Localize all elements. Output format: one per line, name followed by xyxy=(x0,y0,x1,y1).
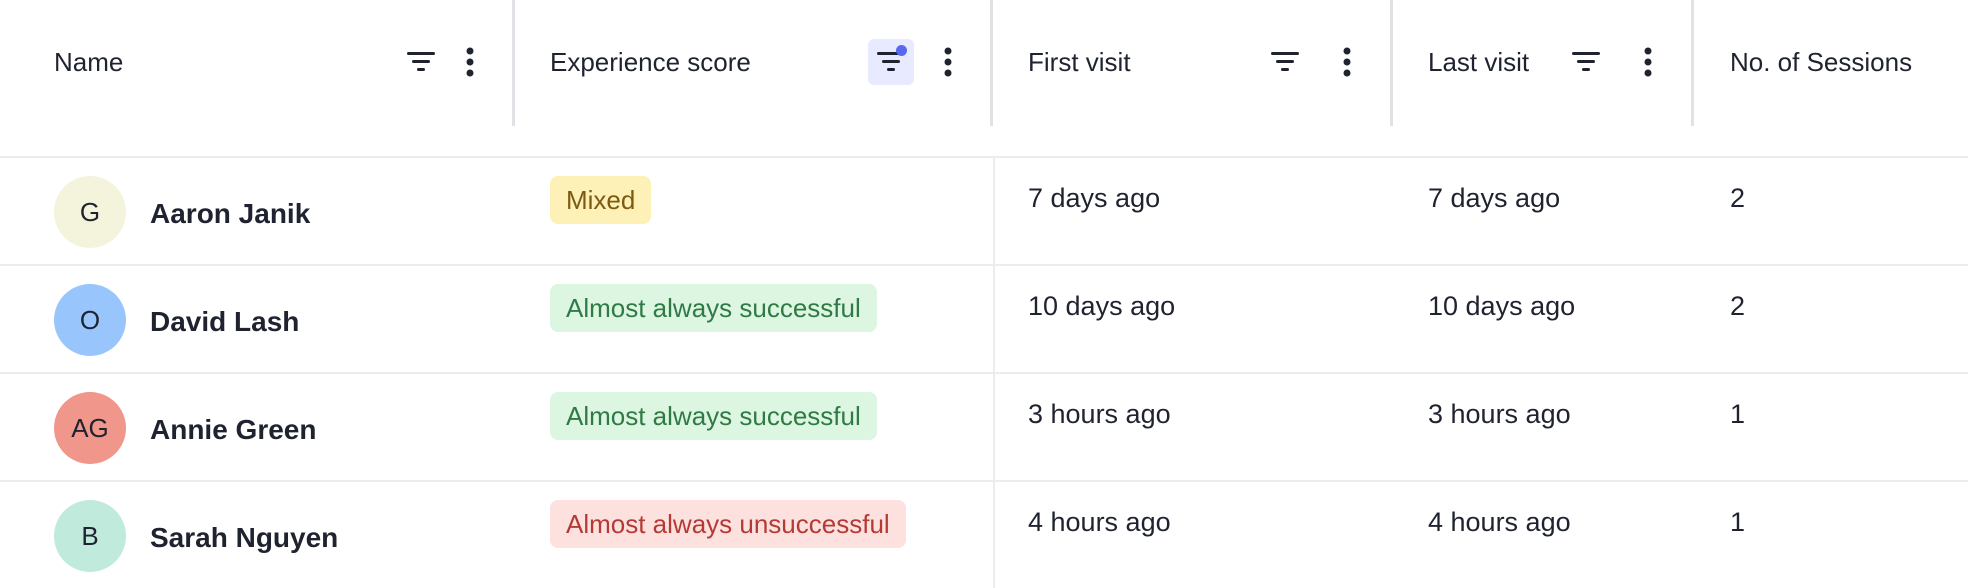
table-row[interactable]: O David Lash Almost always successful 10… xyxy=(0,266,1968,374)
sessions-value: 2 xyxy=(1730,291,1746,321)
column-header-first-visit: First visit xyxy=(993,0,1390,126)
first-visit-value: 10 days ago xyxy=(1028,291,1176,321)
table-row[interactable]: AG Annie Green Almost always successful … xyxy=(0,374,1968,482)
avatar: O xyxy=(54,284,126,356)
user-name[interactable]: Aaron Janik xyxy=(150,196,310,232)
filter-button-last-visit[interactable] xyxy=(1563,39,1609,85)
column-divider xyxy=(993,482,995,588)
column-header-name: Name xyxy=(0,0,514,126)
filter-button-first-visit[interactable] xyxy=(1262,39,1308,85)
column-header-label: Last visit xyxy=(1428,47,1530,77)
last-visit-value: 3 hours ago xyxy=(1428,399,1571,429)
last-visit-value: 7 days ago xyxy=(1428,183,1561,213)
sessions-value: 1 xyxy=(1730,507,1746,537)
sessions-value: 2 xyxy=(1730,183,1746,213)
first-visit-value: 7 days ago xyxy=(1028,183,1161,213)
avatar: G xyxy=(54,176,126,248)
column-menu-button-name[interactable] xyxy=(455,39,485,85)
filter-button-experience-score[interactable] xyxy=(868,39,914,85)
column-divider xyxy=(993,374,995,482)
user-name[interactable]: David Lash xyxy=(150,304,299,340)
last-visit-value: 10 days ago xyxy=(1428,291,1576,321)
filter-button-name[interactable] xyxy=(398,39,444,85)
filter-lines-icon xyxy=(407,52,435,71)
table-row[interactable]: G Aaron Janik Mixed 7 days ago 7 days ag… xyxy=(0,158,1968,266)
column-header-label: First visit xyxy=(1028,47,1131,77)
column-menu-button-experience-score[interactable] xyxy=(933,39,963,85)
column-header-label: Experience score xyxy=(550,47,751,77)
first-visit-value: 4 hours ago xyxy=(1028,507,1171,537)
column-menu-button-first-visit[interactable] xyxy=(1332,39,1362,85)
column-header-label: No. of Sessions xyxy=(1730,47,1913,77)
experience-badge: Almost always unsuccessful xyxy=(550,500,906,548)
column-divider xyxy=(993,158,995,266)
user-name[interactable]: Sarah Nguyen xyxy=(150,520,338,556)
vertical-dots-icon xyxy=(1644,47,1652,77)
user-name[interactable]: Annie Green xyxy=(150,412,316,448)
vertical-dots-icon xyxy=(944,47,952,77)
table-row[interactable]: B Sarah Nguyen Almost always unsuccessfu… xyxy=(0,482,1968,588)
last-visit-value: 4 hours ago xyxy=(1428,507,1571,537)
first-visit-value: 3 hours ago xyxy=(1028,399,1171,429)
filter-lines-icon xyxy=(1572,52,1600,71)
table-header: Name Experience score First visit Last v… xyxy=(0,0,1968,158)
sessions-value: 1 xyxy=(1730,399,1746,429)
filter-lines-icon xyxy=(1271,52,1299,71)
avatar: AG xyxy=(54,392,126,464)
avatar: B xyxy=(54,500,126,572)
vertical-dots-icon xyxy=(466,47,474,77)
active-filter-indicator xyxy=(896,45,907,56)
experience-badge: Almost always successful xyxy=(550,392,877,440)
column-header-last-visit: Last visit xyxy=(1393,0,1691,126)
column-divider xyxy=(993,266,995,374)
column-menu-button-last-visit[interactable] xyxy=(1633,39,1663,85)
experience-badge: Almost always successful xyxy=(550,284,877,332)
experience-badge: Mixed xyxy=(550,176,652,224)
vertical-dots-icon xyxy=(1343,47,1351,77)
sessions-table: Name Experience score First visit Last v… xyxy=(0,0,1968,588)
column-header-sessions: No. of Sessions xyxy=(1694,0,1968,126)
column-header-label: Name xyxy=(54,47,124,77)
column-header-experience-score: Experience score xyxy=(515,0,993,126)
